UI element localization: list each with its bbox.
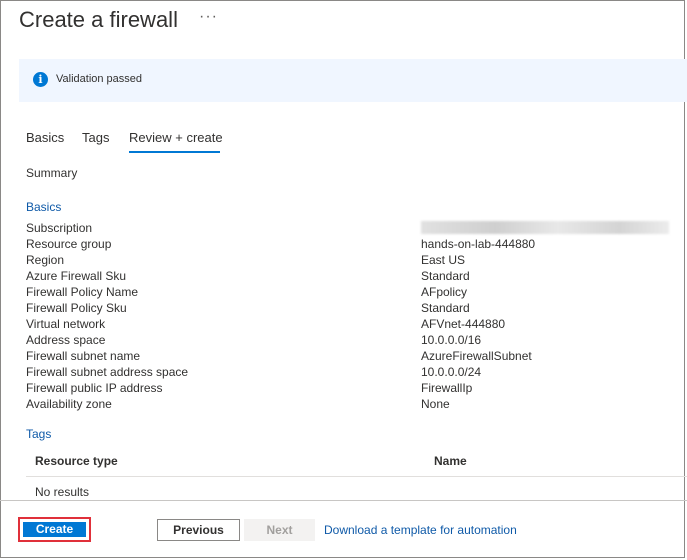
row-value-region: East US: [421, 253, 466, 267]
row-label-address-space: Address space: [26, 333, 106, 347]
row-label-firewall-sku: Azure Firewall Sku: [26, 269, 127, 283]
row-value-subnet-address-space: 10.0.0.0/24: [421, 365, 482, 379]
info-icon: i: [33, 72, 48, 87]
row-value-subnet-name: AzureFirewallSubnet: [421, 349, 532, 363]
tab-basics[interactable]: Basics: [26, 130, 64, 145]
basics-heading: Basics: [26, 200, 62, 214]
row-value-availability-zone: None: [421, 397, 450, 411]
row-value-policy-name: AFpolicy: [421, 285, 468, 299]
summary-heading: Summary: [26, 166, 78, 180]
validation-message: Validation passed: [56, 73, 143, 85]
row-value-resource-group: hands-on-lab-444880: [421, 237, 536, 251]
row-value-public-ip: FirewallIp: [421, 381, 473, 395]
validation-banner: i Validation passed: [19, 59, 687, 102]
row-label-policy-sku: Firewall Policy Sku: [26, 301, 127, 315]
row-label-subnet-address-space: Firewall subnet address space: [26, 365, 189, 379]
table-header-divider: [26, 476, 687, 477]
no-results-text: No results: [35, 485, 90, 499]
tags-heading: Tags: [26, 427, 52, 441]
subscription-value-redacted: [421, 221, 669, 234]
row-label-subnet-name: Firewall subnet name: [26, 349, 141, 363]
column-header-name: Name: [434, 454, 467, 468]
active-tab-indicator: [129, 151, 220, 153]
column-header-resource-type: Resource type: [35, 454, 118, 468]
row-label-public-ip: Firewall public IP address: [26, 381, 163, 395]
create-button[interactable]: Create: [23, 522, 86, 537]
row-label-subscription: Subscription: [26, 221, 93, 235]
tab-review-create[interactable]: Review + create: [129, 130, 223, 145]
footer-divider: [0, 500, 687, 501]
previous-button[interactable]: Previous: [157, 519, 240, 541]
create-button-highlight: Create: [18, 517, 91, 542]
page-title: Create a firewall: [19, 7, 178, 32]
row-label-virtual-network: Virtual network: [26, 317, 106, 331]
tab-tags[interactable]: Tags: [82, 130, 109, 145]
more-options-icon[interactable]: ···: [199, 8, 218, 26]
row-label-policy-name: Firewall Policy Name: [26, 285, 139, 299]
row-value-virtual-network: AFVnet-444880: [421, 317, 506, 331]
row-value-firewall-sku: Standard: [421, 269, 470, 283]
row-value-policy-sku: Standard: [421, 301, 470, 315]
row-value-address-space: 10.0.0.0/16: [421, 333, 482, 347]
row-label-availability-zone: Availability zone: [26, 397, 112, 411]
download-template-link[interactable]: Download a template for automation: [324, 523, 517, 537]
row-label-resource-group: Resource group: [26, 237, 112, 251]
next-button[interactable]: Next: [244, 519, 315, 541]
row-label-region: Region: [26, 253, 65, 267]
